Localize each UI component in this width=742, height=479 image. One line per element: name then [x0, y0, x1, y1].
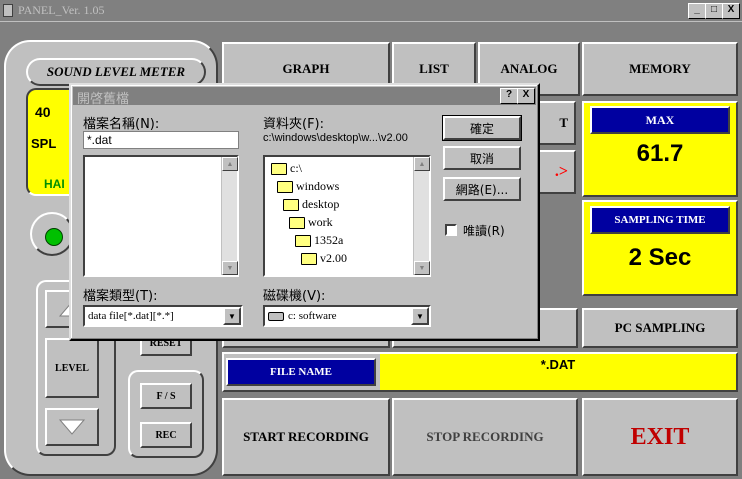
open-file-dialog: 開啓舊檔 ? X 檔案名稱(N): *.dat ▲ ▼ 資料夾(F): c:\w…: [69, 83, 540, 341]
drives-select[interactable]: c: software ▼: [263, 305, 431, 327]
stop-recording-button[interactable]: STOP RECORDING: [392, 398, 578, 476]
exit-button[interactable]: EXIT: [582, 398, 738, 476]
chevron-down-icon[interactable]: ▼: [411, 307, 429, 325]
triangle-down-icon: [59, 419, 85, 435]
file-list-scrollbar[interactable]: ▲ ▼: [221, 157, 238, 275]
folders-label: 資料夾(F):: [263, 117, 325, 132]
filename-input[interactable]: *.dat: [83, 131, 239, 149]
sampling-label-text: SAMPLING TIME: [614, 214, 706, 226]
open-folder-icon: [283, 198, 299, 211]
open-folder-icon: [301, 252, 317, 265]
tab-list-label: LIST: [419, 61, 449, 76]
file-listbox[interactable]: ▲ ▼: [83, 155, 239, 277]
level-down-button[interactable]: [45, 408, 99, 446]
filetype-select[interactable]: data file[*.dat][*.*] ▼: [83, 305, 243, 327]
scroll-up-icon[interactable]: ▲: [222, 157, 238, 171]
network-label: 網路(E)...: [455, 182, 509, 197]
folders-path: c:\windows\desktop\w...\v2.00: [263, 132, 408, 144]
filename-label: 檔案名稱(N):: [83, 117, 160, 132]
fs-button[interactable]: F / S: [140, 383, 192, 409]
dialog-title: 開啓舊檔: [77, 91, 130, 106]
dialog-help-button[interactable]: ?: [500, 88, 518, 104]
ok-button[interactable]: 確定: [442, 115, 522, 141]
level-label: LEVEL: [55, 362, 89, 374]
cancel-label: 取消: [469, 151, 494, 166]
max-label: MAX: [590, 106, 730, 134]
pc-sampling-button[interactable]: PC SAMPLING: [582, 308, 738, 348]
start-recording-label: START RECORDING: [243, 429, 369, 444]
sampling-label: SAMPLING TIME: [590, 206, 730, 234]
sampling-value: 2 Sec: [628, 244, 692, 271]
open-folder-icon: [295, 234, 311, 247]
readonly-checkbox[interactable]: [445, 224, 457, 236]
chevron-down-icon[interactable]: ▼: [223, 307, 241, 325]
folder-item-label: c:\: [290, 161, 302, 175]
spl-sub: HAI: [44, 177, 65, 191]
meter-header: SOUND LEVEL METER: [26, 58, 206, 86]
rec-label: REC: [155, 429, 177, 441]
cancel-button[interactable]: 取消: [443, 146, 521, 170]
drives-value: c: software: [288, 310, 337, 322]
exit-label: EXIT: [630, 423, 690, 450]
file-name-label: FILE NAME: [226, 358, 376, 386]
folder-item-label: 1352a: [314, 233, 344, 247]
folder-item[interactable]: 1352a: [295, 233, 343, 248]
filetype-label: 檔案類型(T):: [83, 289, 158, 304]
open-folder-icon: [277, 180, 293, 193]
folder-item[interactable]: c:\: [271, 161, 302, 176]
folder-item[interactable]: windows: [277, 179, 339, 194]
folder-tree-scrollbar[interactable]: ▲ ▼: [413, 157, 430, 275]
file-name-value: *.DAT: [380, 354, 736, 390]
start-recording-button[interactable]: START RECORDING: [222, 398, 390, 476]
folder-item-label: desktop: [302, 197, 340, 211]
tab-graph-label: GRAPH: [282, 61, 330, 76]
network-button[interactable]: 網路(E)...: [443, 177, 521, 201]
tab-analog-label: ANALOG: [500, 61, 558, 76]
file-name-value-text: *.DAT: [540, 357, 576, 372]
app-icon: [3, 4, 13, 17]
folder-item-label: work: [308, 215, 333, 229]
hidden-button-label: T: [559, 115, 568, 130]
window-title: PANEL_Ver. 1.05: [18, 3, 105, 17]
spl-value: 40: [35, 104, 51, 120]
power-knob-indicator-icon: [45, 228, 63, 246]
scroll-down-icon[interactable]: ▼: [414, 261, 430, 275]
folder-item-label: windows: [296, 179, 340, 193]
file-name-label-text: FILE NAME: [269, 366, 333, 378]
folder-item[interactable]: v2.00: [301, 251, 347, 266]
arrow-icon: .>: [554, 163, 568, 180]
folder-tree[interactable]: c:\ windows desktop work 1352a v2.00 ▲ ▼: [263, 155, 431, 277]
meter-header-text: SOUND LEVEL METER: [46, 64, 186, 79]
close-button[interactable]: X: [722, 3, 740, 19]
folder-item-label: v2.00: [320, 251, 347, 265]
folder-item[interactable]: desktop: [283, 197, 339, 212]
spl-label: SPL: [31, 136, 57, 151]
ok-label: 確定: [469, 121, 494, 136]
minimize-button[interactable]: _: [688, 3, 706, 19]
readonly-label: 唯讀(R): [463, 224, 505, 238]
tab-memory[interactable]: MEMORY: [582, 42, 738, 96]
scroll-up-icon[interactable]: ▲: [414, 157, 430, 171]
max-value: 61.7: [636, 140, 684, 167]
maximize-button[interactable]: □: [705, 3, 723, 19]
rec-button[interactable]: REC: [140, 422, 192, 448]
folder-item[interactable]: work: [289, 215, 333, 230]
drives-label: 磁碟機(V):: [263, 289, 326, 304]
scroll-down-icon[interactable]: ▼: [222, 261, 238, 275]
dialog-titlebar: 開啓舊檔 ? X: [73, 87, 536, 106]
drive-icon: [268, 311, 284, 321]
open-folder-icon: [289, 216, 305, 229]
stop-recording-label: STOP RECORDING: [426, 429, 544, 444]
filetype-value: data file[*.dat][*.*]: [88, 310, 174, 322]
open-folder-icon: [271, 162, 287, 175]
level-label-button: LEVEL: [45, 338, 99, 398]
window-titlebar: PANEL_Ver. 1.05 _ □ X: [0, 0, 742, 22]
pc-sampling-label: PC SAMPLING: [614, 320, 706, 335]
tab-memory-label: MEMORY: [629, 61, 691, 76]
max-label-text: MAX: [645, 112, 675, 127]
fs-label: F / S: [156, 390, 176, 402]
dialog-close-button[interactable]: X: [517, 88, 535, 104]
